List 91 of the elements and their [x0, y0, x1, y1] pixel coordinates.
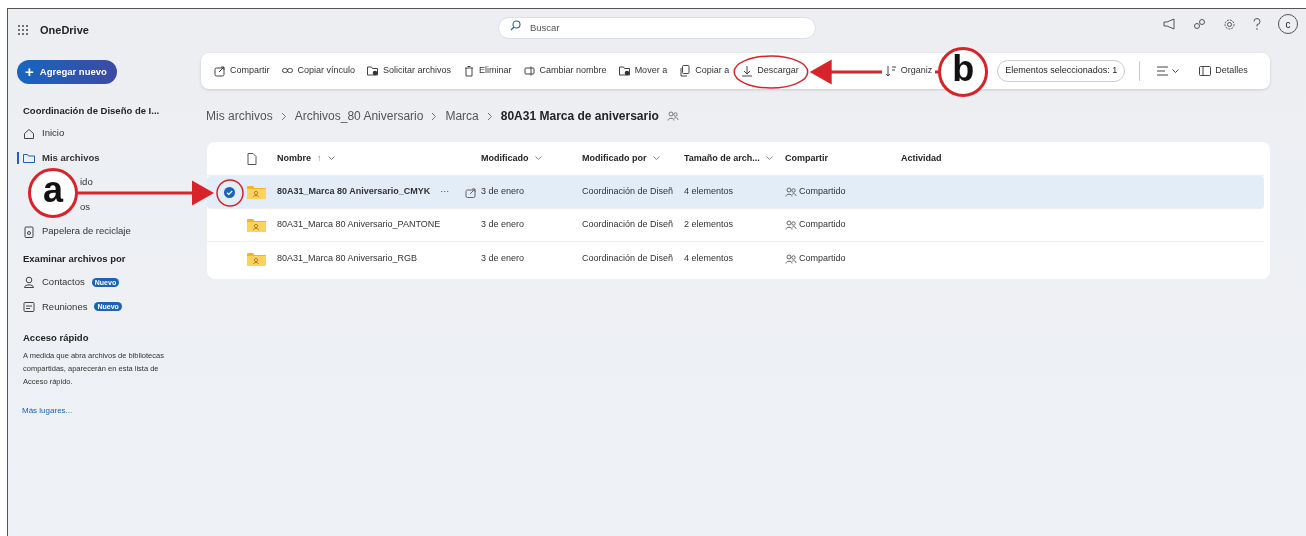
- megaphone-icon[interactable]: [1163, 18, 1176, 30]
- app-title: OneDrive: [40, 22, 89, 38]
- shared-icon: [785, 187, 797, 197]
- account-name: Coordinación de Diseño de I...: [23, 104, 161, 118]
- copy-icon: [679, 65, 692, 77]
- checkmark-icon[interactable]: [223, 186, 235, 198]
- nav-item[interactable]: os: [80, 194, 95, 220]
- nav-item[interactable]: Papelera de reciclaje: [17, 219, 135, 244]
- shared-icon: [785, 220, 797, 230]
- details-button[interactable]: Detalles: [1196, 61, 1251, 81]
- toolbar-button[interactable]: Eliminar: [460, 61, 515, 81]
- search-field[interactable]: Buscar: [498, 16, 816, 39]
- table-cell-text: 4 elementos: [684, 251, 735, 265]
- home-icon: [23, 127, 35, 140]
- file-type-icon: [247, 152, 257, 165]
- more-actions-button[interactable]: ···: [440, 185, 450, 199]
- download-icon: [741, 65, 754, 77]
- share-icon[interactable]: [465, 186, 477, 198]
- callout-label: a: [28, 168, 78, 218]
- file-row[interactable]: 80A31_Marca 80 Aniversario_PANTONE 3 de enero Coordinación de Diseñ 2 elementos Compartido: [207, 209, 1264, 242]
- nav-item[interactable]: ido: [80, 170, 97, 195]
- sharing-status: Compartido: [799, 218, 846, 232]
- shared-folder-icon: [247, 218, 266, 232]
- toolbar-button[interactable]: Descargar: [738, 61, 802, 81]
- toolbar-button[interactable]: Compartir: [211, 61, 273, 81]
- app-launcher-icon[interactable]: [18, 25, 28, 35]
- list-view-icon: [1157, 66, 1169, 76]
- more-places-link[interactable]: Más lugares...: [22, 406, 73, 416]
- sort-arrow: ↑: [317, 151, 322, 165]
- file-row[interactable]: 80A31_Marca 80 Aniversario_RGB 3 de enero Coordinación de Diseñ 4 elementos Compartido: [207, 242, 1264, 275]
- table-cell-text: 4 elementos: [684, 185, 735, 199]
- chevron-icon: [431, 111, 438, 121]
- folder-icon: [23, 152, 35, 164]
- table-cell-text: 3 de enero: [481, 218, 526, 232]
- shared-icon: [785, 253, 797, 264]
- share-icon: [214, 65, 226, 77]
- toolbar-button[interactable]: Solicitar archivos: [364, 61, 455, 81]
- breadcrumb-link[interactable]: Mis archivos: [206, 107, 273, 125]
- column-header[interactable]: Modificado: [481, 151, 529, 166]
- table-cell-text: 3 de enero: [481, 185, 526, 199]
- folder-icon: [618, 65, 631, 77]
- help-icon[interactable]: [1253, 18, 1261, 30]
- calendar-icon: [23, 300, 35, 313]
- trash-icon: [463, 65, 476, 77]
- breadcrumb-link[interactable]: Archivos_80 Aniversario: [294, 107, 424, 125]
- file-name[interactable]: 80A31_Marca 80 Aniversario_RGB: [277, 251, 418, 266]
- toolbar-button[interactable]: Mover a: [615, 61, 671, 81]
- toolbar-button[interactable]: Copiar vínculo: [278, 61, 359, 81]
- highlight-ring: [216, 179, 244, 207]
- column-header[interactable]: Compartir: [785, 151, 828, 166]
- new-button[interactable]: + Agregar nuevo: [17, 60, 117, 84]
- search-icon: [510, 20, 521, 31]
- callout-label: b: [938, 47, 989, 97]
- table-cell-text: Coordinación de Diseñ: [582, 185, 675, 199]
- column-header[interactable]: Modificado por: [582, 151, 647, 166]
- toolbar-button[interactable]: Copiar a: [676, 61, 733, 81]
- active-indicator: [17, 151, 19, 164]
- table-cell-text: 2 elementos: [684, 218, 735, 232]
- person-icon: [23, 276, 35, 289]
- file-name[interactable]: 80A31_Marca 80 Aniversario_CMYK: [277, 185, 431, 199]
- shared-icon: [666, 111, 679, 121]
- selection-count: Elementos seleccionados: 1: [997, 60, 1126, 82]
- sort-icon: [884, 65, 897, 77]
- table-cell-text: 3 de enero: [481, 251, 526, 265]
- people-icon[interactable]: [1193, 17, 1206, 31]
- column-header[interactable]: Tamaño de arch...: [684, 151, 760, 166]
- column-header[interactable]: Nombre: [277, 151, 311, 166]
- chevron-icon: [486, 111, 493, 121]
- settings-icon[interactable]: [1223, 17, 1236, 31]
- table-cell-text: Coordinación de Diseñ: [582, 218, 675, 232]
- chevron-icon: [280, 111, 287, 121]
- shared-folder-icon: [247, 185, 266, 199]
- sharing-status: Compartido: [799, 185, 846, 199]
- nav-item[interactable]: Mis archivos: [17, 145, 104, 171]
- column-header[interactable]: Actividad: [901, 151, 942, 166]
- sharing-status: Compartido: [799, 251, 846, 265]
- shared-folder-icon: [247, 251, 266, 266]
- section-heading: Acceso rápido: [23, 331, 90, 345]
- caret-icon: [1172, 68, 1180, 74]
- details-pane-icon: [1199, 66, 1212, 76]
- file-row[interactable]: 80A31_Marca 80 Aniversario_CMYK ··· 3 de enero Coordinación de Diseñ 4 elementos Compartido: [207, 176, 1264, 209]
- nav-item[interactable]: Inicio: [17, 121, 69, 146]
- breadcrumb-link[interactable]: Marca: [445, 107, 479, 125]
- file-name[interactable]: 80A31_Marca 80 Aniversario_PANTONE: [277, 218, 441, 232]
- recycle-bin-icon: [23, 225, 35, 238]
- folder-icon: [367, 65, 380, 77]
- table-cell-text: Coordinación de Diseñ: [582, 251, 675, 265]
- rename-icon: [523, 65, 536, 77]
- section-heading: Examinar archivos por: [23, 251, 127, 266]
- breadcrumb-current: 80A31 Marca de aniversario: [500, 108, 659, 125]
- toolbar-button[interactable]: Cambiar nombre: [520, 61, 610, 81]
